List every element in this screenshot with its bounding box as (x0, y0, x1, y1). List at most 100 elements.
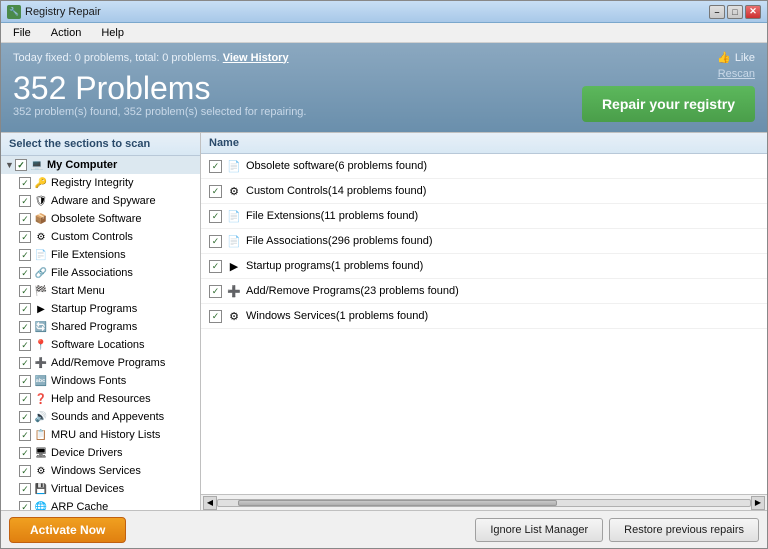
checkbox-problem-0[interactable]: ✓ (209, 160, 222, 173)
tree-item-start-menu[interactable]: ✓ 🏁 Start Menu (1, 282, 200, 300)
tree-item-file-extensions[interactable]: ✓ 📄 File Extensions (1, 246, 200, 264)
tree-item-windows-fonts[interactable]: ✓ 🔤 Windows Fonts (1, 372, 200, 390)
checkbox-start-menu[interactable]: ✓ (19, 285, 31, 297)
checkbox-adware[interactable]: ✓ (19, 195, 31, 207)
prob-icon-2: 📄 (226, 208, 242, 224)
problems-left: 352 Problems 352 problem(s) found, 352 p… (13, 72, 306, 118)
scroll-left-btn[interactable]: ◀ (203, 496, 217, 510)
menu-action[interactable]: Action (43, 25, 90, 41)
problem-item-0[interactable]: ✓ 📄 Obsolete software(6 problems found) (201, 154, 767, 179)
restore-repairs-button[interactable]: Restore previous repairs (609, 518, 759, 542)
title-bar: 🔧 Registry Repair – □ ✕ (1, 1, 767, 23)
bottom-bar: Activate Now Ignore List Manager Restore… (1, 510, 767, 548)
prob-icon-6: ⚙ (226, 308, 242, 324)
checkbox-device-drivers[interactable]: ✓ (19, 447, 31, 459)
scroll-right-btn[interactable]: ▶ (751, 496, 765, 510)
problems-count: 352 Problems (13, 72, 306, 104)
tree-item-software-locations[interactable]: ✓ 📍 Software Locations (1, 336, 200, 354)
scroll-track[interactable] (217, 499, 751, 507)
today-fixed-text: Today fixed: 0 problems, total: 0 proble… (13, 52, 289, 64)
checkbox-file-associations[interactable]: ✓ (19, 267, 31, 279)
checkbox-problem-1[interactable]: ✓ (209, 185, 222, 198)
shared-icon: 🔄 (34, 320, 48, 334)
tree-item-arp-cache[interactable]: ✓ 🌐 ARP Cache (1, 498, 200, 510)
add-remove-icon: ➕ (34, 356, 48, 370)
tree-item-registry-integrity[interactable]: ✓ 🔑 Registry Integrity (1, 174, 200, 192)
checkbox-add-remove[interactable]: ✓ (19, 357, 31, 369)
prob-icon-5: ➕ (226, 283, 242, 299)
menu-file[interactable]: File (5, 25, 39, 41)
checkbox-problem-4[interactable]: ✓ (209, 260, 222, 273)
window-controls: – □ ✕ (709, 5, 761, 19)
registry-icon: 🔑 (34, 176, 48, 190)
computer-icon: 💻 (30, 158, 44, 172)
checkbox-windows-fonts[interactable]: ✓ (19, 375, 31, 387)
problem-item-1[interactable]: ✓ ⚙ Custom Controls(14 problems found) (201, 179, 767, 204)
tree-item-device-drivers[interactable]: ✓ 🖥 Device Drivers (1, 444, 200, 462)
checkbox-shared-programs[interactable]: ✓ (19, 321, 31, 333)
checkbox-software-locations[interactable]: ✓ (19, 339, 31, 351)
maximize-button[interactable]: □ (727, 5, 743, 19)
view-history-link[interactable]: View History (223, 52, 289, 64)
tree-item-windows-services[interactable]: ✓ ⚙ Windows Services (1, 462, 200, 480)
tree-item-sounds[interactable]: ✓ 🔊 Sounds and Appevents (1, 408, 200, 426)
checkbox-mru[interactable]: ✓ (19, 429, 31, 441)
virtual-icon: 💾 (34, 482, 48, 496)
drivers-icon: 🖥 (34, 446, 48, 460)
checkbox-windows-services[interactable]: ✓ (19, 465, 31, 477)
tree-item-startup-programs[interactable]: ✓ ▶ Startup Programs (1, 300, 200, 318)
minimize-button[interactable]: – (709, 5, 725, 19)
checkbox-my-computer[interactable]: ✓ (15, 159, 27, 171)
tree-item-my-computer[interactable]: ▼ ✓ 💻 My Computer (1, 156, 200, 174)
mru-icon: 📋 (34, 428, 48, 442)
tree-item-adware[interactable]: ✓ 🛡 Adware and Spyware (1, 192, 200, 210)
main-window: 🔧 Registry Repair – □ ✕ File Action Help… (0, 0, 768, 549)
rescan-link[interactable]: Rescan (718, 68, 755, 80)
close-button[interactable]: ✕ (745, 5, 761, 19)
repair-registry-button[interactable]: Repair your registry (582, 86, 755, 122)
problem-item-3[interactable]: ✓ 📄 File Associations(296 problems found… (201, 229, 767, 254)
obsolete-icon: 📦 (34, 212, 48, 226)
checkbox-file-extensions[interactable]: ✓ (19, 249, 31, 261)
checkbox-obsolete-software[interactable]: ✓ (19, 213, 31, 225)
tree-item-custom-controls[interactable]: ✓ ⚙ Custom Controls (1, 228, 200, 246)
like-icon: 👍 (717, 51, 731, 64)
checkbox-problem-5[interactable]: ✓ (209, 285, 222, 298)
app-icon: 🔧 (7, 5, 21, 19)
checkbox-help-resources[interactable]: ✓ (19, 393, 31, 405)
problem-item-4[interactable]: ✓ ▶ Startup programs(1 problems found) (201, 254, 767, 279)
ignore-list-button[interactable]: Ignore List Manager (475, 518, 603, 542)
checkbox-problem-3[interactable]: ✓ (209, 235, 222, 248)
scroll-thumb[interactable] (238, 500, 557, 506)
activate-now-button[interactable]: Activate Now (9, 517, 126, 543)
checkbox-sounds[interactable]: ✓ (19, 411, 31, 423)
checkbox-virtual-devices[interactable]: ✓ (19, 483, 31, 495)
tree-item-file-associations[interactable]: ✓ 🔗 File Associations (1, 264, 200, 282)
horizontal-scrollbar[interactable]: ◀ ▶ (201, 494, 767, 510)
tree-item-shared-programs[interactable]: ✓ 🔄 Shared Programs (1, 318, 200, 336)
problem-item-2[interactable]: ✓ 📄 File Extensions(11 problems found) (201, 204, 767, 229)
tree-item-obsolete-software[interactable]: ✓ 📦 Obsolete Software (1, 210, 200, 228)
checkbox-arp-cache[interactable]: ✓ (19, 501, 31, 510)
tree-item-help-resources[interactable]: ✓ ❓ Help and Resources (1, 390, 200, 408)
like-button[interactable]: 👍 Like (717, 51, 755, 64)
checkbox-startup-programs[interactable]: ✓ (19, 303, 31, 315)
checkbox-problem-6[interactable]: ✓ (209, 310, 222, 323)
menu-help[interactable]: Help (93, 25, 132, 41)
tree-container[interactable]: ▼ ✓ 💻 My Computer ✓ 🔑 Registry Integrity… (1, 156, 200, 510)
checkbox-registry-integrity[interactable]: ✓ (19, 177, 31, 189)
sounds-icon: 🔊 (34, 410, 48, 424)
controls-icon: ⚙ (34, 230, 48, 244)
checkbox-problem-2[interactable]: ✓ (209, 210, 222, 223)
fonts-icon: 🔤 (34, 374, 48, 388)
tree-item-virtual-devices[interactable]: ✓ 💾 Virtual Devices (1, 480, 200, 498)
checkbox-custom-controls[interactable]: ✓ (19, 231, 31, 243)
problems-sub: 352 problem(s) found, 352 problem(s) sel… (13, 106, 306, 118)
tree-item-add-remove[interactable]: ✓ ➕ Add/Remove Programs (1, 354, 200, 372)
tree-item-mru[interactable]: ✓ 📋 MRU and History Lists (1, 426, 200, 444)
help-icon: ❓ (34, 392, 48, 406)
bottom-right-buttons: Ignore List Manager Restore previous rep… (475, 518, 759, 542)
title-bar-left: 🔧 Registry Repair (7, 5, 101, 19)
problem-item-5[interactable]: ✓ ➕ Add/Remove Programs(23 problems foun… (201, 279, 767, 304)
problem-item-6[interactable]: ✓ ⚙ Windows Services(1 problems found) (201, 304, 767, 329)
